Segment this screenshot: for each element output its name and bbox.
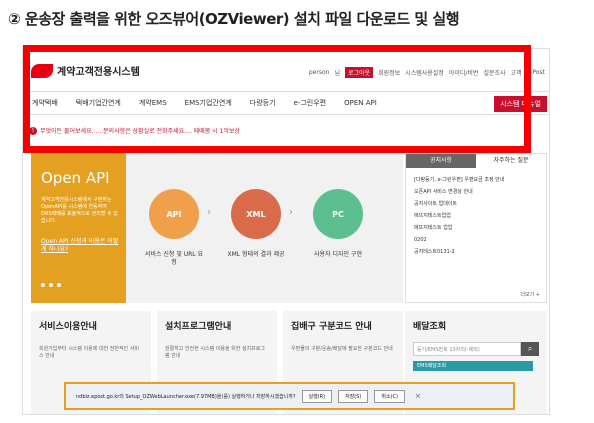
main-nav: 계약택배 택배기업간연계 계약EMS EMS기업간연계 다량등기 e-그린우편 … — [23, 91, 549, 115]
api-intro: Open API 계약고객전용시스템에서 구현하는 OpenAPI를 시스템에 … — [31, 153, 126, 303]
logo-text: 계약고객전용시스템 — [57, 67, 140, 78]
list-item[interactable]: 공지사이트 업데이트 — [414, 198, 538, 210]
xml-document-icon: XML — [231, 189, 281, 239]
save-button[interactable]: 저장(S) — [338, 389, 369, 403]
nav-item[interactable]: 계약택배 — [23, 98, 67, 108]
util-member-info[interactable]: 회원정보 — [378, 68, 400, 77]
card-text: 우편물의 구분/운송/배달에 필요한 구분코드 안내 — [291, 346, 393, 352]
tracking-input[interactable]: 등기/EMS번호 13자리(-제외) — [413, 342, 522, 356]
util-user: person — [308, 69, 330, 76]
top-bar: 계약고객전용시스템 person 님 로그아웃 회원정보 시스템사용설정 아이디… — [23, 49, 549, 91]
notice-list: [다량등기, e-그린우편] 우편요금 조정 안내 오픈API 서비스 변경상 … — [406, 168, 546, 264]
logo-mark-icon — [31, 63, 53, 78]
card-title: 집배구 구분코드 안내 — [291, 322, 372, 332]
notice-bar: ! 무엇이든 물어보세요......문의사항은 상황실로 전화주세요.... 떼… — [29, 126, 240, 135]
carousel-dots[interactable] — [41, 283, 61, 287]
tracking-title: 배달조회 — [413, 322, 447, 332]
util-survey[interactable]: 설문조사 — [483, 68, 505, 77]
screenshot-frame: 계약고객전용시스템 person 님 로그아웃 회원정보 시스템사용설정 아이디… — [22, 48, 550, 415]
list-item[interactable]: 공지테스트0131-2 — [414, 246, 538, 258]
more-link[interactable]: 더보기 + — [520, 291, 540, 298]
nav-item[interactable]: 택배기업간연계 — [67, 98, 130, 108]
tab-notices[interactable]: 공지사항 — [406, 154, 476, 168]
api-faq-link[interactable]: Open API 신청과 이용은 어떻게 하나요? — [41, 238, 121, 254]
tab-faq[interactable]: 자주하는 질문 — [476, 154, 546, 168]
search-icon[interactable]: ⌕ — [521, 342, 539, 356]
nav-item[interactable]: EMS기업간연계 — [176, 98, 241, 108]
nav-item[interactable]: 다량등기 — [241, 98, 285, 108]
nav-item[interactable]: e-그린우편 — [285, 98, 336, 108]
run-button[interactable]: 실행(R) — [301, 389, 333, 403]
card-text: 회원가입부터 시스템 이용에 대한 전반적인 서비스 안내 — [39, 346, 139, 359]
user-design-icon: PC — [313, 189, 363, 239]
list-item[interactable]: 0202 — [414, 234, 538, 246]
list-item[interactable]: 에뜨지테스트 업업 — [414, 222, 538, 234]
list-item[interactable]: [다량등기, e-그린우편] 우편요금 조정 안내 — [414, 174, 538, 186]
download-message: ndbiz.epost.go.kr의 Setup_OZWebLauncher.e… — [76, 393, 296, 400]
system-manual-button[interactable]: 시스템 매뉴얼 — [494, 96, 547, 112]
alert-icon: ! — [29, 126, 37, 135]
utility-menu: person 님 로그아웃 회원정보 시스템사용설정 아이디/비번 설문조사 고… — [309, 67, 545, 78]
util-customer[interactable]: 고객 — [511, 68, 522, 77]
nav-item[interactable]: OPEN API — [335, 99, 386, 107]
arrow-icon: › — [289, 207, 293, 218]
arrow-icon: › — [207, 207, 211, 218]
list-item[interactable]: 오픈API 서비스 변경상 안내 — [414, 186, 538, 198]
card-title: 서비스이용안내 — [39, 322, 97, 332]
notice-panel: 공지사항 자주하는 질문 [다량등기, e-그린우편] 우편요금 조정 안내 오… — [405, 153, 547, 303]
ems-tracking-link[interactable]: EMS배달조회 — [413, 361, 533, 371]
nav-item[interactable]: 계약EMS — [130, 98, 176, 108]
step-label: XML 형태의 결과 제공 — [227, 251, 285, 258]
util-epost[interactable]: e-Post — [527, 69, 545, 76]
util-suffix: 님 — [334, 70, 340, 77]
notice-tabs: 공지사항 자주하는 질문 — [406, 154, 546, 168]
card-text: 원활하고 안전한 시스템 이용을 위한 설치프로그램 안내 — [165, 346, 265, 359]
list-item[interactable]: 에뜨지테스트업업 — [414, 210, 538, 222]
step-label: 사용자 디자인 구현 — [314, 251, 362, 258]
page-heading: ② 운송장 출력을 위한 오즈뷰어(OZViewer) 설치 파일 다운로드 및… — [8, 10, 460, 28]
card-title: 설치프로그램안내 — [165, 322, 232, 332]
cancel-button[interactable]: 취소(C) — [374, 389, 405, 403]
tracking-search: 등기/EMS번호 13자리(-제외) ⌕ — [413, 342, 539, 356]
download-bar: ndbiz.epost.go.kr의 Setup_OZWebLauncher.e… — [64, 382, 515, 410]
close-icon[interactable]: × — [415, 392, 421, 400]
util-system-settings[interactable]: 시스템사용설정 — [405, 68, 444, 77]
logout-button[interactable]: 로그아웃 — [344, 67, 374, 78]
api-request-icon: API — [149, 189, 199, 239]
util-id-password[interactable]: 아이디/비번 — [449, 68, 479, 77]
api-description: 계약고객전용시스템에서 구현하는 OpenAPI를 시스템에 연동하여 EMS택… — [41, 197, 118, 224]
api-title: Open API — [41, 169, 110, 187]
notice-text[interactable]: 무엇이든 물어보세요......문의사항은 상황실로 전화주세요.... 떼떼봄… — [40, 126, 240, 135]
open-api-banner: Open API 계약고객전용시스템에서 구현하는 OpenAPI를 시스템에 … — [31, 153, 403, 303]
site-logo[interactable]: 계약고객전용시스템 — [31, 63, 140, 78]
step-label: 서비스 신청 및 URL 요청 — [144, 251, 204, 266]
